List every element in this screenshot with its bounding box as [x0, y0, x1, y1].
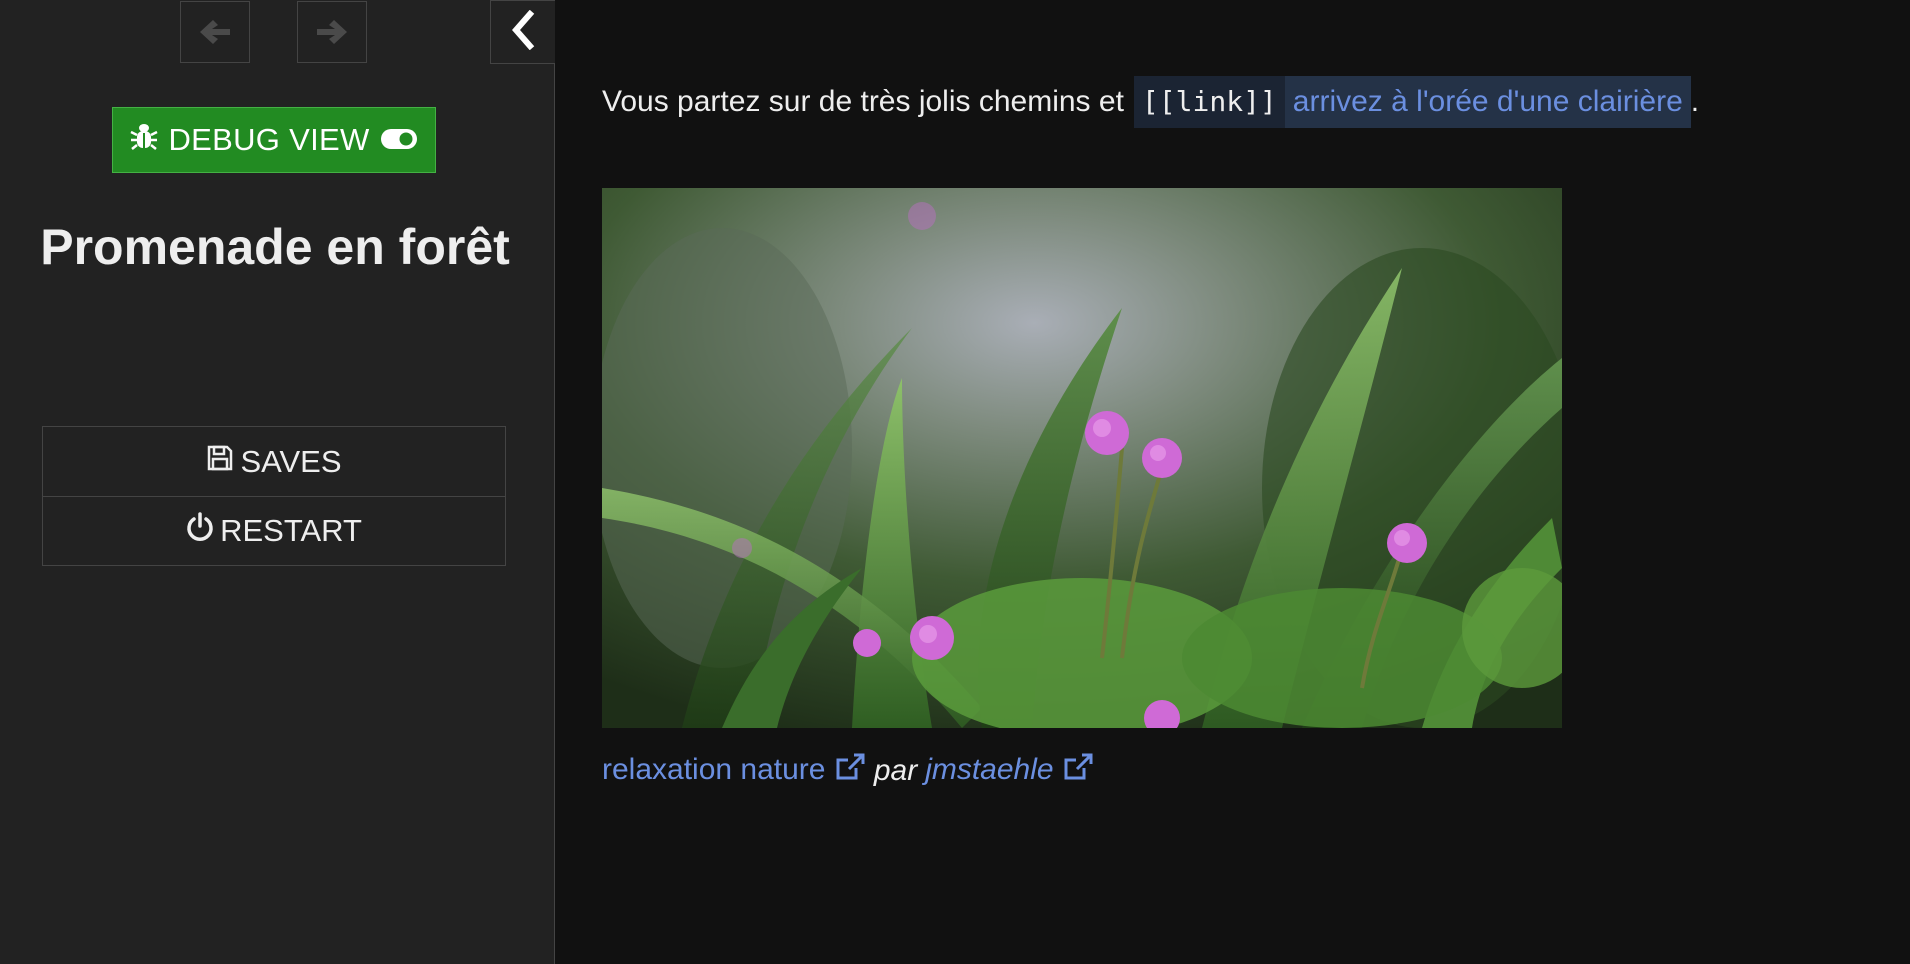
external-link-icon: [834, 752, 866, 790]
history-back-button[interactable]: [180, 1, 250, 63]
external-link-icon: [1062, 752, 1094, 790]
collapse-sidebar-button[interactable]: [490, 0, 555, 64]
sidebar: DEBUG VIEW Promenade en forêt SAVES REST…: [0, 0, 555, 964]
credit-by-text: par: [873, 754, 918, 787]
floppy-disk-icon: [206, 444, 234, 480]
story-title: Promenade en forêt: [40, 219, 510, 275]
power-icon: [186, 512, 214, 550]
debug-view-label: DEBUG VIEW: [168, 122, 370, 157]
debug-view-toggle[interactable]: DEBUG VIEW: [112, 107, 436, 173]
passage-link-text[interactable]: arrivez à l'orée d'une clairière: [1293, 76, 1683, 128]
sidebar-menu: SAVES RESTART: [42, 426, 506, 566]
history-forward-button[interactable]: [297, 1, 367, 63]
chevron-left-icon: [510, 9, 536, 55]
bug-icon: [130, 121, 159, 159]
photo-credit: relaxation nature par jmstaehle: [602, 752, 1094, 790]
photo-title-text: relaxation nature: [602, 752, 826, 786]
author-link[interactable]: jmstaehle: [925, 752, 1094, 790]
photo-title-link[interactable]: relaxation nature: [602, 752, 866, 790]
passage-link[interactable]: [[link]] arrivez à l'orée d'une clairièr…: [1133, 76, 1691, 128]
author-text: jmstaehle: [925, 752, 1054, 786]
saves-button[interactable]: SAVES: [43, 427, 505, 496]
link-debug-code: [[link]]: [1133, 76, 1285, 128]
restart-label: RESTART: [220, 513, 362, 548]
passage-text: Vous partez sur de très jolis chemins et…: [602, 76, 1699, 128]
passage-text-after: .: [1690, 85, 1700, 118]
forest-flowers-photo: [602, 188, 1562, 728]
restart-button[interactable]: RESTART: [43, 496, 505, 565]
toggle-on-icon: [380, 122, 418, 158]
arrow-right-icon: [315, 17, 349, 47]
passage-text-before: Vous partez sur de très jolis chemins et: [602, 85, 1124, 118]
saves-label: SAVES: [240, 443, 342, 479]
arrow-left-icon: [198, 17, 232, 47]
